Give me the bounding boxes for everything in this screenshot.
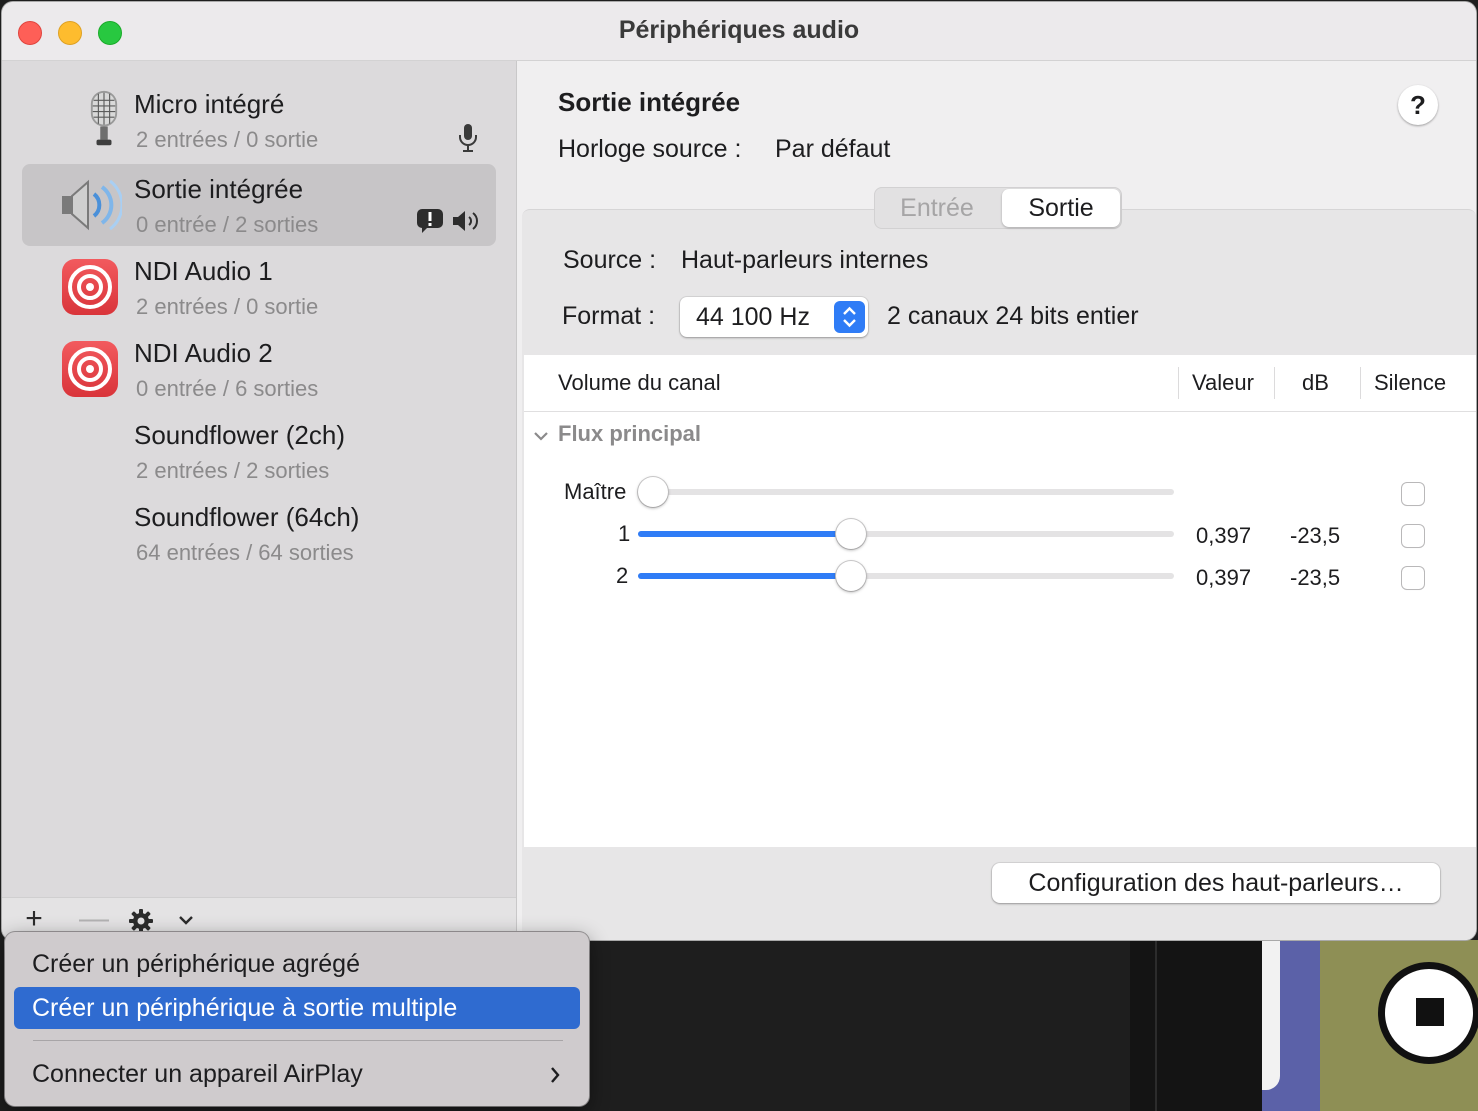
window-title: Périphériques audio (618, 16, 860, 44)
help-button[interactable]: ? (1398, 85, 1438, 125)
input-mic-icon (459, 124, 477, 152)
io-segmented-control: Entrée Sortie (874, 187, 1122, 229)
format-select-value: 44 100 Hz (696, 303, 810, 331)
ndi-icon (62, 259, 118, 315)
volume-slider[interactable] (638, 519, 1174, 549)
channel-label: Maître (564, 479, 627, 504)
channel-label: 1 (618, 521, 631, 546)
menu-item-create-aggregate[interactable]: Créer un périphérique agrégé (14, 943, 580, 985)
column-header-db[interactable]: dB (1302, 370, 1329, 396)
background-app-panel (1262, 940, 1280, 1090)
volume-slider-fill (638, 573, 851, 579)
remove-device-button[interactable]: — (78, 902, 110, 936)
device-io: 0 entrée / 2 sorties (136, 212, 319, 237)
mute-checkbox[interactable] (1402, 483, 1424, 505)
device-name: Sortie intégrée (134, 174, 304, 204)
device-item-ndi-audio-2[interactable]: NDI Audio 2 0 entrée / 6 sorties (22, 328, 496, 410)
volume-slider[interactable] (638, 477, 1174, 507)
device-io: 2 entrées / 2 sorties (136, 458, 330, 483)
table-row: 2 0,397 -23,5 (524, 557, 1476, 597)
device-io: 2 entrées / 0 sortie (136, 294, 319, 319)
device-title: Sortie intégrée (558, 87, 741, 117)
tab-entree[interactable]: Entrée (874, 187, 1000, 229)
mute-checkbox[interactable] (1402, 567, 1424, 589)
device-name: Soundflower (2ch) (134, 420, 345, 450)
menu-item-label: Créer un périphérique agrégé (32, 950, 360, 978)
speaker-icon (62, 179, 122, 231)
ndi-icon (62, 341, 118, 397)
mute-checkbox[interactable] (1402, 525, 1424, 547)
format-label: Format : (562, 302, 656, 330)
source-value: Haut-parleurs internes (681, 246, 929, 274)
format-select[interactable]: 44 100 Hz (680, 297, 868, 337)
device-item-soundflower-64ch[interactable]: Soundflower (64ch) 64 entrées / 64 sorti… (22, 492, 496, 574)
device-item-sortie-integree[interactable]: Sortie intégrée 0 entrée / 2 sorties (22, 164, 496, 246)
speaker-configuration-button[interactable]: Configuration des haut-parleurs… (992, 863, 1440, 903)
clock-source-label: Horloge source : (558, 135, 742, 163)
microphone-icon (90, 90, 118, 146)
column-divider (1274, 367, 1275, 399)
gear-icon[interactable] (128, 908, 154, 934)
menu-divider (33, 1040, 563, 1041)
channel-label: 2 (616, 563, 629, 588)
device-name: NDI Audio 1 (134, 256, 273, 286)
value-cell: 0,397 (1196, 565, 1252, 590)
gear-popup-menu: Créer un périphérique agrégé Créer un pé… (5, 932, 589, 1106)
up-down-chevron-icon (834, 301, 865, 333)
chevron-down-icon[interactable] (178, 914, 194, 926)
device-name: NDI Audio 2 (134, 338, 273, 368)
desktop-divider (1155, 940, 1157, 1111)
menu-item-label: Créer un périphérique à sortie multiple (32, 994, 458, 1022)
device-io: 2 entrées / 0 sortie (136, 127, 319, 152)
table-header: Volume du canal Valeur dB Silence (524, 355, 1476, 412)
volume-slider-fill (638, 531, 851, 537)
volume-slider[interactable] (638, 561, 1174, 591)
title-bar: Périphériques audio (2, 2, 1476, 61)
device-name: Soundflower (64ch) (134, 502, 360, 532)
device-name: Micro intégré (134, 89, 285, 119)
menu-item-label: Connecter un appareil AirPlay (32, 1060, 363, 1088)
column-divider (1360, 367, 1361, 399)
column-header-value[interactable]: Valeur (1192, 370, 1254, 396)
column-header-volume[interactable]: Volume du canal (558, 370, 721, 396)
stop-square (1416, 998, 1444, 1026)
menu-item-create-multi-output[interactable]: Créer un périphérique à sortie multiple (14, 987, 580, 1029)
volume-icon (453, 211, 478, 231)
menu-item-airplay[interactable]: Connecter un appareil AirPlay (14, 1053, 580, 1095)
device-detail-panel: Sortie intégrée Horloge source : Par déf… (518, 61, 1476, 940)
device-io: 64 entrées / 64 sorties (136, 540, 354, 565)
alert-bubble-icon (417, 209, 443, 233)
device-item-soundflower-2ch[interactable]: Soundflower (2ch) 2 entrées / 2 sorties (22, 410, 496, 492)
source-label: Source : (563, 246, 657, 274)
db-cell: -23,5 (1290, 523, 1341, 548)
channel-volume-table: Volume du canal Valeur dB Silence Flux p… (524, 355, 1476, 847)
tab-sortie[interactable]: Sortie (1002, 189, 1120, 227)
device-item-ndi-audio-1[interactable]: NDI Audio 1 2 entrées / 0 sortie (22, 246, 496, 328)
table-row: 1 0,397 -23,5 (524, 515, 1476, 555)
audio-devices-window: Périphériques audio Micro intégré 2 entr… (2, 2, 1476, 940)
volume-slider-knob[interactable] (835, 561, 866, 591)
format-detail: 2 canaux 24 bits entier (887, 302, 1139, 330)
chevron-down-icon[interactable] (532, 429, 550, 443)
volume-slider-knob[interactable] (638, 477, 668, 507)
column-divider (1178, 367, 1179, 399)
db-cell: -23,5 (1290, 565, 1341, 590)
chevron-right-icon (551, 1067, 560, 1083)
device-sidebar: Micro intégré 2 entrées / 0 sortie Sorti… (2, 61, 517, 940)
clock-source-value[interactable]: Par défaut (775, 135, 890, 164)
column-header-mute[interactable]: Silence (1374, 370, 1446, 396)
group-label: Flux principal (558, 421, 702, 446)
table-row: Maître (524, 473, 1476, 513)
device-item-micro[interactable]: Micro intégré 2 entrées / 0 sortie (22, 61, 496, 152)
value-cell: 0,397 (1196, 523, 1252, 548)
volume-slider-knob[interactable] (835, 519, 866, 549)
add-device-button[interactable]: + (18, 902, 50, 936)
device-io: 0 entrée / 6 sorties (136, 376, 319, 401)
